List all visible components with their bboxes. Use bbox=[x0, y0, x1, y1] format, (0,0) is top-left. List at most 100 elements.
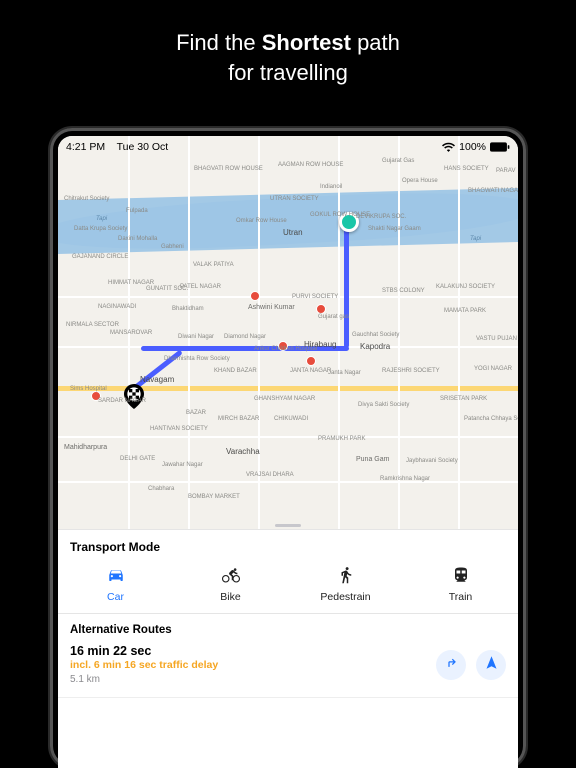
road bbox=[58, 296, 518, 298]
map-label: GUNATIT SOC. bbox=[146, 286, 188, 292]
route-segment bbox=[141, 346, 349, 351]
poi-pin bbox=[91, 391, 101, 401]
route-end-marker[interactable] bbox=[124, 384, 144, 404]
promo-line1-pre: Find the bbox=[176, 30, 262, 55]
directions-button[interactable] bbox=[436, 650, 466, 680]
road bbox=[398, 136, 400, 529]
map-label: VRAJSAI DHARA bbox=[246, 472, 294, 478]
sheet-drag-handle[interactable] bbox=[275, 524, 301, 527]
road bbox=[338, 136, 340, 529]
route-segment bbox=[344, 221, 349, 348]
map-label: JANTA NAGAR bbox=[290, 368, 331, 374]
map-label: Puna Gam bbox=[356, 456, 389, 463]
map-label: VASTU PUJAN SOC. bbox=[476, 336, 518, 342]
transport-mode-title: Transport Mode bbox=[58, 530, 518, 562]
mode-train-label: Train bbox=[449, 591, 473, 603]
route-item[interactable]: 16 min 22 sec incl. 6 min 16 sec traffic… bbox=[58, 642, 518, 698]
poi-pin bbox=[316, 304, 326, 314]
road bbox=[258, 136, 260, 529]
map-label: Ashwini Kumar bbox=[248, 304, 295, 311]
map-label: Mahidharpura bbox=[64, 444, 107, 451]
map-label: Varachha bbox=[226, 448, 260, 456]
map-label: YOGI NAGAR bbox=[474, 366, 512, 372]
map-label: CHIKUWADI bbox=[274, 416, 308, 422]
map-label: KHAND BAZAR bbox=[214, 368, 257, 374]
mode-car-label: Car bbox=[107, 591, 124, 603]
map-canvas[interactable]: Utran Hirabaug Kapodra Navagam Varachha … bbox=[58, 136, 518, 529]
map-label: Divya Sakti Society bbox=[358, 402, 409, 408]
map-label: PATEL NAGAR bbox=[180, 284, 221, 290]
map-label: KALAKUNJ SOCIETY bbox=[436, 284, 495, 290]
navigate-button[interactable] bbox=[476, 650, 506, 680]
route-traffic-delay: incl. 6 min 16 sec traffic delay bbox=[70, 659, 436, 671]
promo-line2: for travelling bbox=[228, 60, 348, 85]
road bbox=[188, 136, 190, 529]
map-label: Chabhara bbox=[148, 486, 174, 492]
car-icon bbox=[107, 566, 125, 587]
map-label: MIRCH BAZAR bbox=[218, 416, 259, 422]
poi-pin bbox=[250, 291, 260, 301]
route-actions bbox=[436, 650, 506, 680]
route-time: 16 min 22 sec bbox=[70, 644, 436, 658]
map-label: Diwani Nagar bbox=[178, 334, 214, 340]
map-label: VALAK PATIYA bbox=[193, 262, 234, 268]
map-label: GHANSHYAM NAGAR bbox=[254, 396, 315, 402]
bottom-sheet: Transport Mode Car Bike Pedestrain Train bbox=[58, 529, 518, 768]
status-right: 100% bbox=[442, 141, 510, 153]
bike-icon bbox=[222, 566, 240, 587]
map-label: BOMBAY MARKET bbox=[188, 494, 240, 500]
status-date: Tue 30 Oct bbox=[117, 141, 169, 153]
map-label: HANTIVAN SOCIETY bbox=[150, 426, 208, 432]
map-label: BHAGVATI ROW HOUSE bbox=[194, 166, 263, 172]
promo-line1-post: path bbox=[351, 30, 400, 55]
map-label: STBS COLONY bbox=[382, 288, 425, 294]
map-label: HANS SOCIETY bbox=[444, 166, 489, 172]
transport-mode-tabs: Car Bike Pedestrain Train bbox=[58, 562, 518, 614]
map-label: NAGINAWADI bbox=[98, 304, 136, 310]
route-info: 16 min 22 sec incl. 6 min 16 sec traffic… bbox=[70, 644, 436, 685]
status-bar: 4:21 PM Tue 30 Oct 100% bbox=[58, 136, 518, 158]
poi-pin bbox=[306, 356, 316, 366]
route-distance: 5.1 km bbox=[70, 674, 436, 685]
alternative-routes-title: Alternative Routes bbox=[58, 614, 518, 642]
route-start-marker[interactable] bbox=[339, 212, 359, 232]
mode-bike[interactable]: Bike bbox=[173, 562, 288, 613]
map-label: Jawahar Nagar bbox=[162, 462, 203, 468]
map-label: SRISETAN PARK bbox=[440, 396, 487, 402]
map-label: PARAV bbox=[496, 168, 515, 174]
mode-pedestrian-label: Pedestrain bbox=[320, 591, 370, 603]
map-label: MANSAROVAR bbox=[110, 330, 152, 336]
train-icon bbox=[452, 566, 470, 587]
map-label: Opera House bbox=[402, 178, 438, 184]
status-battery: 100% bbox=[459, 141, 486, 153]
mode-train[interactable]: Train bbox=[403, 562, 518, 613]
road bbox=[128, 136, 130, 529]
map-label: GAJANAND CIRCLE bbox=[72, 254, 128, 260]
road bbox=[58, 481, 518, 483]
tablet-frame: 4:21 PM Tue 30 Oct 100% bbox=[50, 128, 526, 768]
battery-icon bbox=[490, 142, 510, 152]
map-label: Janta Nagar bbox=[328, 370, 361, 376]
turn-right-icon bbox=[444, 655, 459, 675]
mode-car[interactable]: Car bbox=[58, 562, 173, 613]
map-label: RAJESHRI SOCIETY bbox=[382, 368, 440, 374]
wifi-icon bbox=[442, 142, 455, 152]
poi-pin bbox=[278, 341, 288, 351]
map-label: Patancha Chhaya Society bbox=[464, 416, 518, 422]
navigation-icon bbox=[484, 655, 499, 675]
status-time: 4:21 PM bbox=[66, 141, 105, 153]
map-label: AAGMAN ROW HOUSE bbox=[278, 162, 343, 168]
road bbox=[458, 136, 460, 529]
status-left: 4:21 PM Tue 30 Oct bbox=[66, 141, 168, 153]
promo-line1-bold: Shortest bbox=[262, 30, 351, 55]
mode-pedestrian[interactable]: Pedestrain bbox=[288, 562, 403, 613]
map-label: NIRMALA SECTOR bbox=[66, 322, 119, 328]
map-label: HIMMAT NAGAR bbox=[108, 280, 154, 286]
screen: 4:21 PM Tue 30 Oct 100% bbox=[58, 136, 518, 768]
map-label: MAMATA PARK bbox=[444, 308, 486, 314]
mode-bike-label: Bike bbox=[220, 591, 240, 603]
pedestrian-icon bbox=[337, 566, 355, 587]
map-label: DELHI GATE bbox=[120, 456, 155, 462]
road bbox=[58, 436, 518, 438]
promo-title: Find the Shortest path for travelling bbox=[0, 0, 576, 121]
